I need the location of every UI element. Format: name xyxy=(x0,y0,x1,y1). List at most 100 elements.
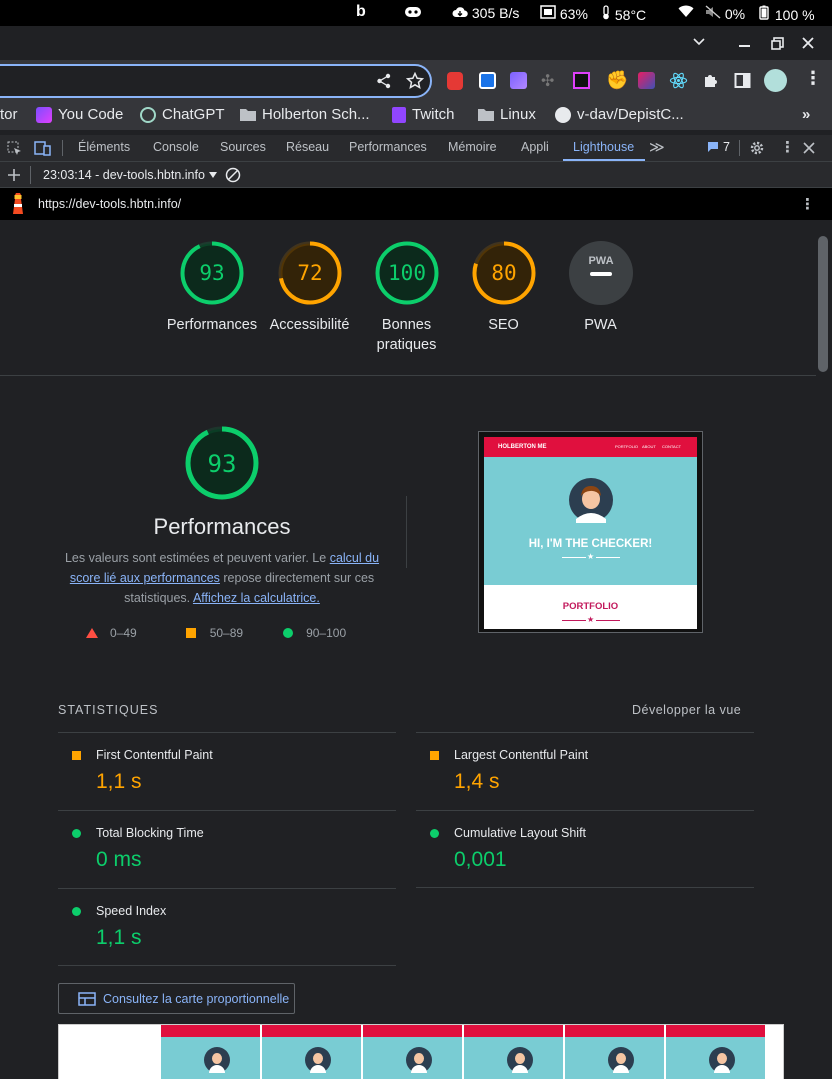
discord-icon[interactable] xyxy=(404,5,422,22)
treemap-button[interactable]: Consultez la carte proportionnelle xyxy=(58,983,295,1014)
preview-star-icon: ★ xyxy=(587,615,595,624)
extension-crosshair-icon[interactable]: ✣ xyxy=(541,71,559,90)
scrollbar-thumb[interactable] xyxy=(818,236,828,372)
average-square-icon xyxy=(430,751,439,760)
bookmark-item[interactable]: You Code xyxy=(36,106,123,123)
preview-divider xyxy=(562,557,586,558)
extension-cursor-icon[interactable] xyxy=(638,72,655,89)
temperature-indicator: 58°C xyxy=(601,5,646,23)
gauge-score: 93 xyxy=(199,261,224,285)
tab-network[interactable]: Réseau xyxy=(286,140,329,154)
filmstrip-frame xyxy=(463,1025,563,1079)
report-menu-icon[interactable]: ⋮ xyxy=(800,195,815,213)
bookmark-star-icon[interactable] xyxy=(406,72,424,90)
gauge-label: Accessibilité xyxy=(269,317,350,333)
battery-indicator[interactable]: 100 % xyxy=(757,5,815,23)
side-panel-icon[interactable] xyxy=(734,72,751,89)
chatgpt-icon xyxy=(140,106,156,123)
bookmark-item[interactable]: ChatGPT xyxy=(140,106,225,123)
volume-text: 0% xyxy=(724,6,746,22)
extension-grid-icon[interactable] xyxy=(510,72,527,89)
pass-circle-icon xyxy=(430,829,439,838)
gauge-label: Performances xyxy=(166,317,258,333)
gauge-category[interactable]: 93 xyxy=(178,239,246,312)
metric-label: Largest Contentful Paint xyxy=(454,748,589,762)
frame-header xyxy=(262,1025,361,1037)
tab-search-chevron-icon[interactable] xyxy=(693,37,705,47)
wifi-icon[interactable] xyxy=(678,5,694,21)
tab-memory[interactable]: Mémoire xyxy=(448,140,497,154)
gauge-category[interactable]: 80 xyxy=(470,239,538,312)
bookmark-item[interactable]: Twitch xyxy=(392,106,455,123)
tab-sources[interactable]: Sources xyxy=(220,140,266,154)
folder-icon xyxy=(478,109,494,121)
final-screenshot[interactable]: HOLBERTON ME PORTFOLIO ABOUT CONTACT HI,… xyxy=(478,431,703,633)
stats-heading: STATISTIQUES xyxy=(58,703,159,717)
restore-icon[interactable] xyxy=(771,37,784,50)
divider xyxy=(58,732,396,733)
gauge-category[interactable]: 100 xyxy=(373,239,441,312)
perf-title: Performances xyxy=(153,514,291,539)
tab-performance[interactable]: Performances xyxy=(349,140,427,154)
frame-avatar-icon xyxy=(305,1047,331,1073)
bookmark-item[interactable]: Linux xyxy=(478,106,536,123)
extension-cube-icon[interactable] xyxy=(479,72,496,89)
divider xyxy=(58,888,396,889)
report-url: https://dev-tools.hbtn.info/ xyxy=(38,197,182,211)
preview-divider xyxy=(562,620,586,621)
expand-view-toggle[interactable]: Développer la vue xyxy=(632,703,741,717)
tab-elements[interactable]: Éléments xyxy=(78,140,130,154)
react-devtools-icon[interactable] xyxy=(669,71,688,90)
extension-hand-icon[interactable]: ✊ xyxy=(606,70,628,91)
divider xyxy=(0,375,816,376)
frame-header xyxy=(161,1025,260,1037)
preview-nav-item: PORTFOLIO xyxy=(615,444,639,449)
report-selector[interactable]: 23:03:14 - dev-tools.hbtn.info xyxy=(43,168,217,182)
inspect-element-icon[interactable] xyxy=(7,141,22,156)
browser-menu-icon[interactable]: ⋮ xyxy=(804,69,822,87)
divider xyxy=(58,965,396,966)
divider xyxy=(416,887,754,888)
tab-lighthouse[interactable]: Lighthouse xyxy=(573,140,634,154)
address-bar[interactable] xyxy=(0,64,432,98)
gauge-category[interactable]: 72 xyxy=(276,239,344,312)
perf-big-gauge: 93 xyxy=(185,426,259,505)
share-icon[interactable] xyxy=(376,73,392,89)
preview-hero: HI, I'M THE CHECKER! ★ xyxy=(484,457,697,585)
bookmark-item[interactable]: Holberton Sch... xyxy=(240,106,370,123)
close-devtools-icon[interactable] xyxy=(803,142,815,154)
lighthouse-toolbar: 23:03:14 - dev-tools.hbtn.info xyxy=(0,162,832,188)
gauge-pwa[interactable]: PWA xyxy=(567,239,635,312)
settings-gear-icon[interactable] xyxy=(749,140,765,156)
frame-header xyxy=(666,1025,765,1037)
minimize-icon[interactable] xyxy=(739,44,751,48)
bookmark-label: tor xyxy=(0,106,18,123)
pwa-badge-text: PWA xyxy=(588,255,613,267)
devtools-menu-icon[interactable]: ⋮ xyxy=(780,138,795,156)
extension-colorpick-icon[interactable] xyxy=(573,72,590,89)
bookmark-item[interactable]: tor xyxy=(0,106,18,123)
tab-application[interactable]: Appli xyxy=(521,140,549,154)
window-titlebar xyxy=(0,26,832,60)
bing-icon[interactable]: b xyxy=(356,3,366,21)
more-bookmarks-icon[interactable]: » xyxy=(802,106,810,123)
frame-header xyxy=(464,1025,563,1037)
clear-reports-icon[interactable] xyxy=(225,167,241,183)
more-tabs-icon[interactable]: ≫ xyxy=(649,138,665,156)
close-window-icon[interactable] xyxy=(802,37,814,49)
profile-avatar[interactable] xyxy=(764,69,787,92)
preview-nav-item: ABOUT xyxy=(642,444,656,449)
calculator-link[interactable]: Affichez la calculatrice. xyxy=(193,591,320,605)
device-toolbar-icon[interactable] xyxy=(34,141,51,156)
preview-hero-title: HI, I'M THE CHECKER! xyxy=(528,538,653,550)
issues-badge[interactable]: 7 xyxy=(707,140,730,154)
new-report-plus-icon[interactable] xyxy=(7,168,21,182)
extension-adblock-icon[interactable] xyxy=(447,72,463,90)
bookmark-item[interactable]: v-dav/DepistC... xyxy=(555,106,684,123)
bookmark-label: Linux xyxy=(500,106,536,123)
extensions-puzzle-icon[interactable] xyxy=(702,72,719,89)
filmstrip-frame xyxy=(564,1025,664,1079)
tab-console[interactable]: Console xyxy=(153,140,199,154)
ram-text: 63% xyxy=(559,6,588,22)
volume-indicator[interactable]: 0% xyxy=(705,5,745,22)
